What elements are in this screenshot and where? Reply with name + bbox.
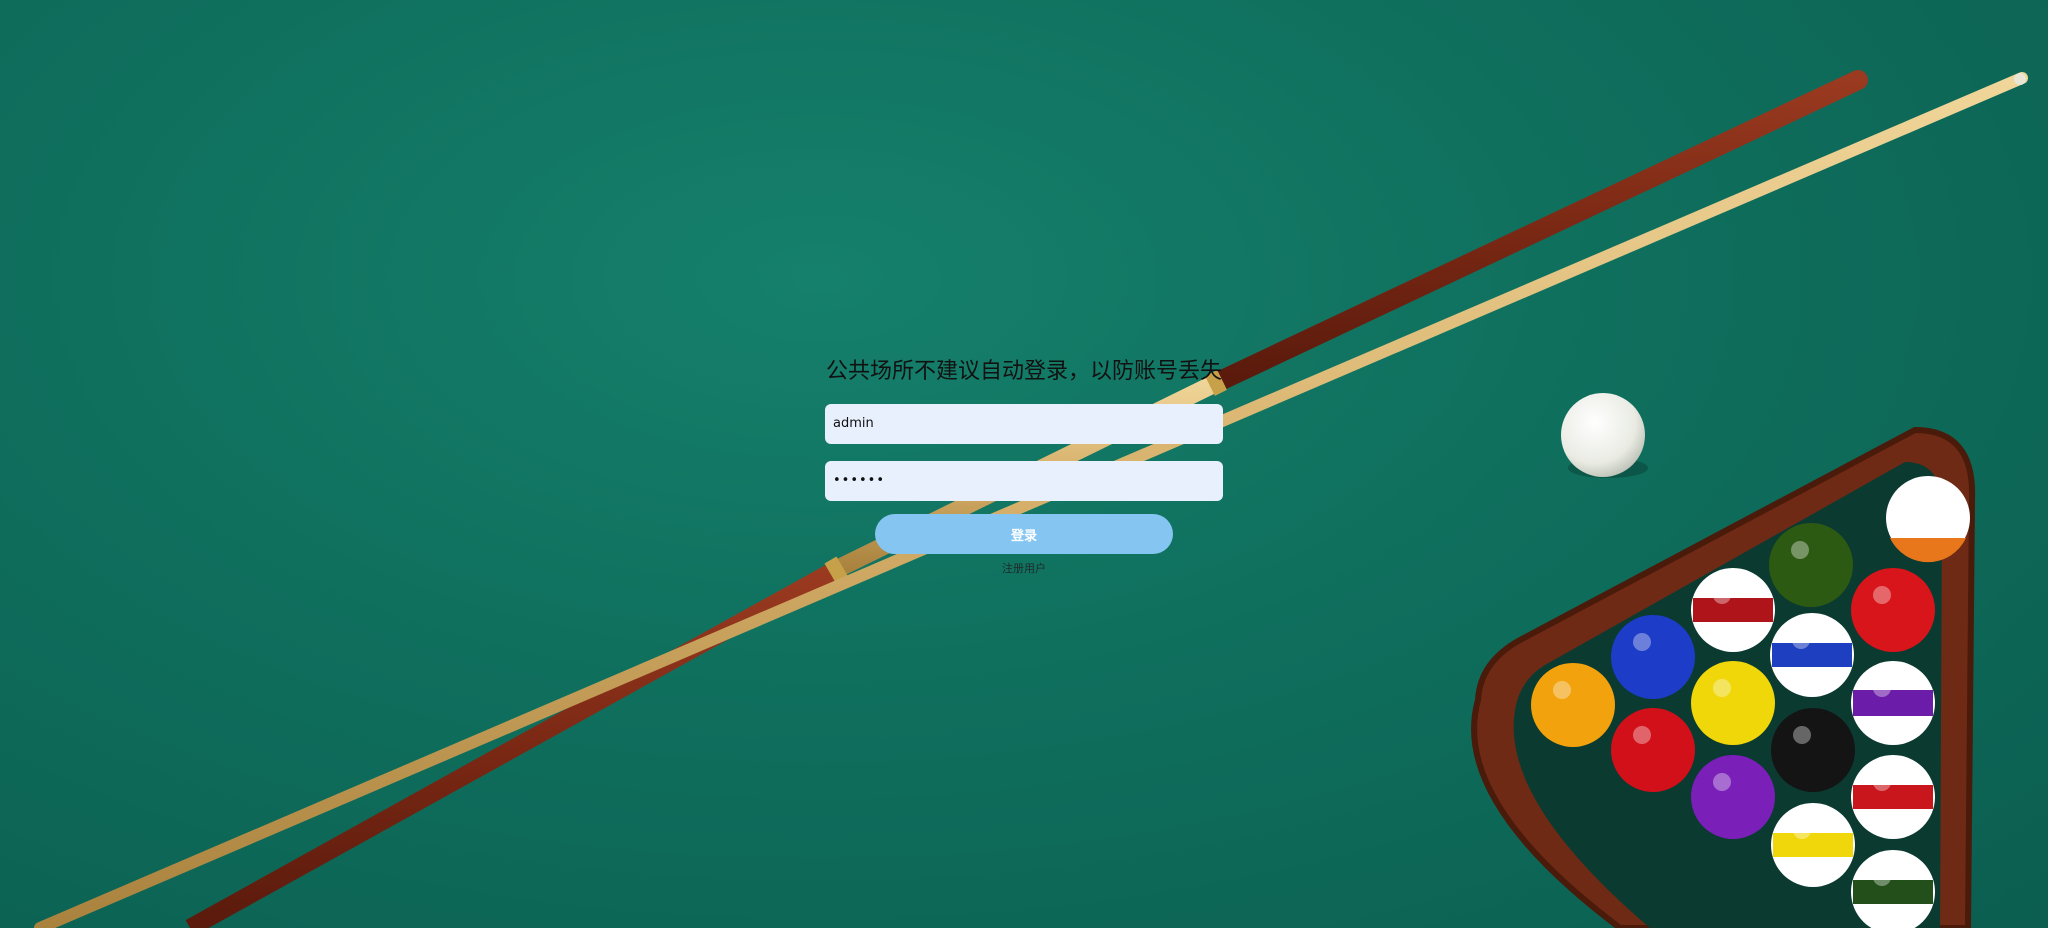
password-input[interactable]: [825, 461, 1223, 501]
auto-login-notice: 公共场所不建议自动登录，以防账号丢失: [825, 359, 1222, 384]
login-button[interactable]: 登录: [875, 514, 1173, 554]
login-form: 公共场所不建议自动登录，以防账号丢失 登录 注册用户: [825, 352, 1223, 576]
register-link[interactable]: 注册用户: [1002, 560, 1046, 576]
username-input[interactable]: [825, 404, 1223, 444]
cue-ball: [1561, 393, 1648, 478]
